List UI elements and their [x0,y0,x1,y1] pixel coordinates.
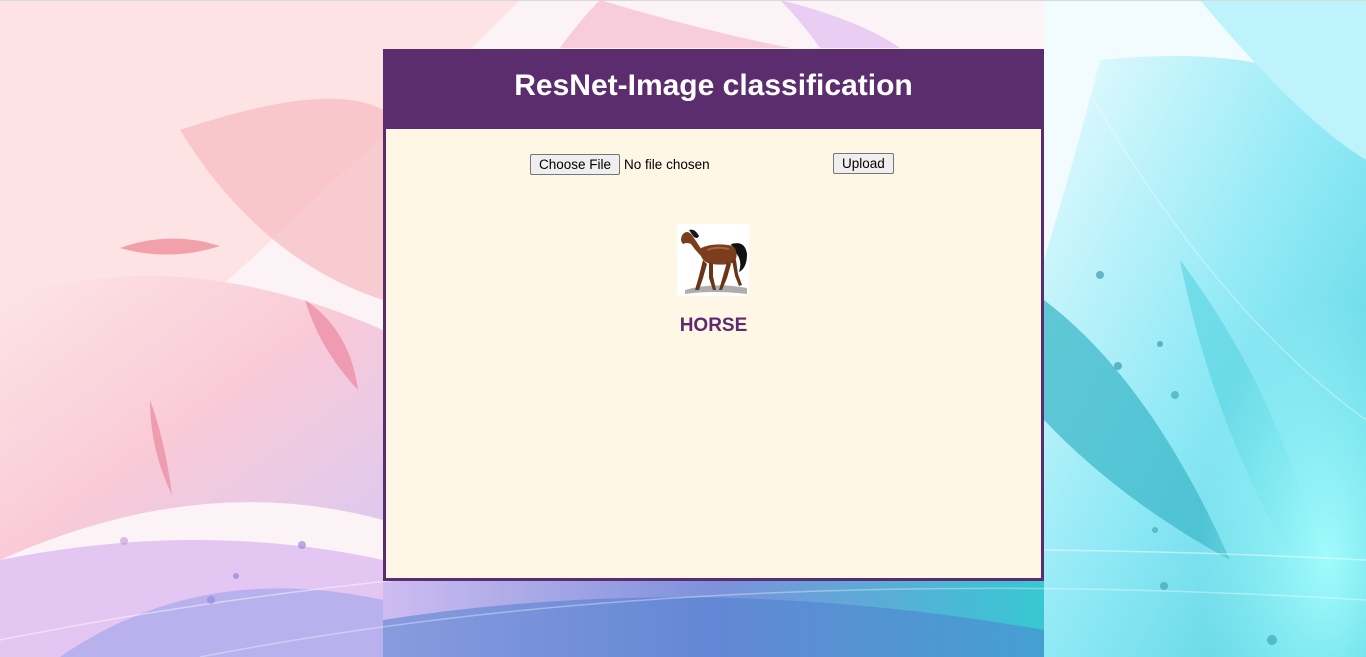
file-input: Choose File No file chosen [530,153,710,175]
file-status-text: No file chosen [624,156,710,172]
page-title: ResNet-Image classification [514,69,913,102]
classifier-panel: ResNet-Image classification Choose File … [383,49,1044,581]
prediction-label: HORSE [679,315,748,336]
horse-image [677,224,749,296]
panel-header: ResNet-Image classification [383,49,1044,129]
top-border-line [0,0,1366,1]
choose-file-button[interactable]: Choose File [530,153,621,175]
horse-icon [677,224,749,296]
upload-button[interactable]: Upload [833,153,894,174]
